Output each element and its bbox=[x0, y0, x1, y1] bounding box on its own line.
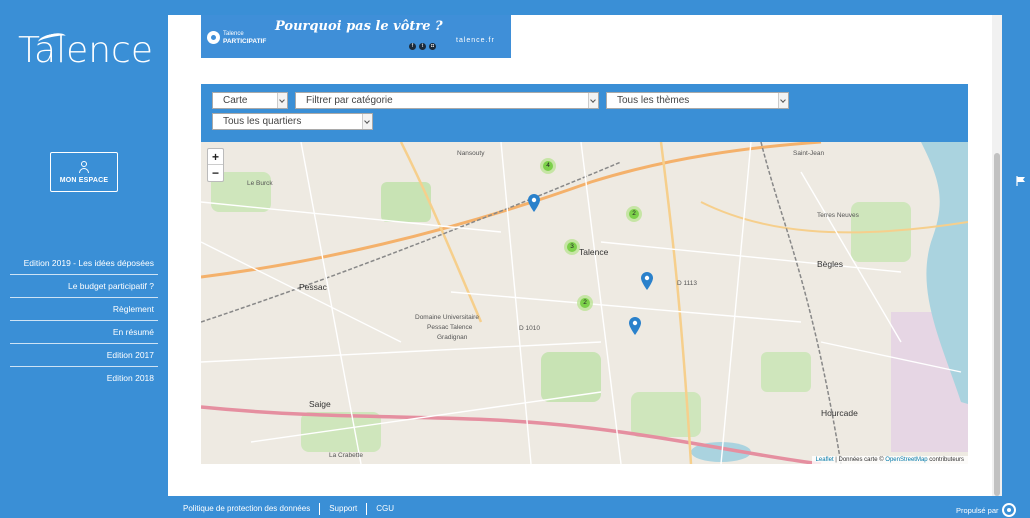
facebook-icon: f bbox=[409, 43, 416, 50]
cluster-count: 2 bbox=[629, 209, 639, 219]
sidebar-item-reglement[interactable]: Règlement bbox=[10, 298, 158, 321]
footer-link-privacy[interactable]: Politique de protection des données bbox=[168, 503, 321, 515]
map-label-saige: Saige bbox=[309, 399, 331, 409]
map-marker-icon[interactable] bbox=[528, 194, 540, 212]
zoom-control: + − bbox=[207, 148, 224, 182]
map-cluster[interactable]: 2 bbox=[577, 295, 593, 311]
cluster-count: 3 bbox=[567, 242, 577, 252]
chevron-down-icon bbox=[588, 93, 598, 108]
cluster-count: 2 bbox=[580, 298, 590, 308]
sidebar-item-edition-2017[interactable]: Edition 2017 bbox=[10, 344, 158, 367]
chevron-down-icon bbox=[778, 93, 788, 108]
sidebar-nav: Edition 2019 - Les idées déposées Le bud… bbox=[10, 252, 158, 390]
banner-logo-icon bbox=[207, 31, 220, 44]
user-icon bbox=[79, 160, 89, 173]
banner-brand: Talence PARTICIPATIF bbox=[223, 31, 267, 45]
powered-by[interactable]: Propulsé par bbox=[956, 503, 1016, 517]
map-cluster[interactable]: 4 bbox=[540, 158, 556, 174]
talence-logo[interactable]: Talence bbox=[18, 30, 153, 71]
banner-slogan: Pourquoi pas le vôtre ? bbox=[275, 19, 443, 34]
map-label-domaine2: Pessac Talence bbox=[427, 324, 473, 331]
map-label-saint-jean: Saint-Jean bbox=[793, 150, 825, 157]
map-marker-icon[interactable] bbox=[629, 317, 641, 335]
chevron-down-icon bbox=[362, 114, 372, 129]
map-label-nansouty: Nansouty bbox=[457, 150, 485, 157]
leaflet-link[interactable]: Leaflet bbox=[816, 457, 834, 463]
osm-link[interactable]: OpenStreetMap bbox=[885, 457, 927, 463]
cluster-count: 4 bbox=[543, 161, 553, 171]
sidebar-item-budget[interactable]: Le budget participatif ? bbox=[10, 275, 158, 298]
map-label-begles: Bègles bbox=[817, 259, 843, 269]
footer-link-support[interactable]: Support bbox=[320, 503, 368, 515]
theme-select-value: Tous les thèmes bbox=[617, 95, 690, 106]
sidebar-item-edition-2018[interactable]: Edition 2018 bbox=[10, 367, 158, 390]
category-select[interactable]: Filtrer par catégorie bbox=[295, 92, 599, 109]
scroll-thumb[interactable] bbox=[994, 153, 1000, 496]
participatif-banner[interactable]: Talence PARTICIPATIF Pourquoi pas le vôt… bbox=[201, 15, 511, 58]
map-label-crabette: La Crabette bbox=[329, 452, 363, 459]
sidebar-item-edition-2019[interactable]: Edition 2019 - Les idées déposées bbox=[10, 252, 158, 275]
filter-bar: Carte Filtrer par catégorie Tous les thè… bbox=[201, 84, 968, 142]
map-label-talence: Talence bbox=[579, 247, 609, 257]
attribution-suffix: contributeurs bbox=[927, 457, 964, 463]
map-attribution: Leaflet | Données carte © OpenStreetMap … bbox=[811, 456, 968, 464]
view-select-value: Carte bbox=[223, 95, 248, 106]
instagram-icon: ◘ bbox=[429, 43, 436, 50]
view-select[interactable]: Carte bbox=[212, 92, 288, 109]
map-label-domaine3: Gradignan bbox=[437, 334, 468, 341]
map[interactable]: Le Burck Nansouty Saint-Jean Terres Neuv… bbox=[201, 142, 968, 464]
map-cluster[interactable]: 2 bbox=[626, 206, 642, 222]
district-select[interactable]: Tous les quartiers bbox=[212, 113, 373, 130]
map-label-hourcade: Hourcade bbox=[821, 408, 858, 418]
sidebar-item-resume[interactable]: En résumé bbox=[10, 321, 158, 344]
map-label-pessac: Pessac bbox=[299, 282, 327, 292]
mon-espace-label: MON ESPACE bbox=[59, 176, 109, 184]
category-select-value: Filtrer par catégorie bbox=[306, 95, 393, 106]
powered-by-label: Propulsé par bbox=[956, 505, 999, 515]
mon-espace-button[interactable]: MON ESPACE bbox=[50, 152, 118, 192]
chevron-down-icon bbox=[277, 93, 287, 108]
map-label-le-burck: Le Burck bbox=[247, 180, 273, 187]
map-marker-icon[interactable] bbox=[641, 272, 653, 290]
flag-icon[interactable] bbox=[1016, 176, 1026, 186]
zoom-in-button[interactable]: + bbox=[208, 149, 223, 165]
footer-link-cgu[interactable]: CGU bbox=[367, 503, 403, 515]
map-cluster[interactable]: 3 bbox=[564, 239, 580, 255]
map-label-domaine: Domaine Universitaire bbox=[415, 314, 479, 321]
sidebar: Talence MON ESPACE Edition 2019 - Les id… bbox=[0, 0, 168, 518]
powered-by-logo-icon bbox=[1001, 503, 1016, 517]
attribution-separator: | Données carte © bbox=[833, 457, 886, 463]
map-label-d1010: D 1010 bbox=[519, 325, 540, 332]
main-panel: Talence PARTICIPATIF Pourquoi pas le vôt… bbox=[168, 15, 1002, 496]
map-label-terres-neuves: Terres Neuves bbox=[817, 212, 859, 219]
twitter-icon: t bbox=[419, 43, 426, 50]
scrollbar[interactable] bbox=[992, 15, 1002, 496]
district-select-value: Tous les quartiers bbox=[223, 116, 302, 127]
map-label-d1113: D 1113 bbox=[677, 280, 697, 287]
zoom-out-button[interactable]: − bbox=[208, 165, 223, 181]
banner-social-icons: f t ◘ bbox=[409, 43, 436, 50]
theme-select[interactable]: Tous les thèmes bbox=[606, 92, 789, 109]
footer: Politique de protection des données Supp… bbox=[168, 500, 403, 518]
banner-url: talence.fr bbox=[456, 37, 495, 44]
